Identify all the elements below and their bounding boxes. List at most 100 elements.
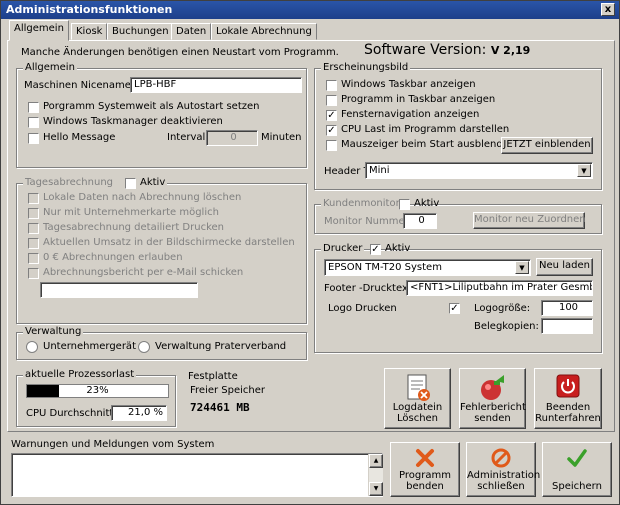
jetzt-einblenden-button[interactable]: JETZT einblenden — [501, 137, 593, 154]
footer-text-input[interactable]: <FNT1>Liliputbahn im Prater GesmbH, — [406, 280, 593, 296]
software-version-label: Software Version: V 2,19 — [364, 42, 531, 58]
tages-option-checkbox[interactable] — [28, 208, 39, 219]
email-input[interactable] — [40, 282, 198, 298]
festplatte-label: Festplatte — [188, 371, 238, 382]
unternehmer-radio[interactable] — [26, 341, 38, 353]
machine-name-input[interactable]: LPB-HBF — [130, 77, 302, 93]
quit-line1: Programm — [399, 470, 451, 481]
warnings-scrollbar[interactable]: ▲ ▼ — [368, 454, 383, 496]
tages-option-checkbox[interactable] — [28, 193, 39, 204]
tab-lokale-abrechnung[interactable]: Lokale Abrechnung — [211, 23, 317, 40]
logo-size-label: Logogröße: — [474, 303, 531, 314]
delete-logs-line1: Logdatein — [392, 402, 443, 413]
monitor-assign-button[interactable]: Monitor neu Zuordnen — [473, 212, 586, 229]
tages-option-label: Tagesabrechnung detailiert Drucken — [43, 222, 225, 233]
tages-option-label: Aktuellen Umsatz in der Bildschirmecke d… — [43, 237, 295, 248]
close-admin-button[interactable]: Administration schließen — [466, 442, 540, 497]
shutdown-line1: Beenden — [545, 402, 591, 413]
cpu-avg-label: CPU Durchschnitt: — [26, 408, 117, 419]
software-version-value: V 2,19 — [490, 44, 531, 57]
cpu-avg-value: 21,0 % — [111, 405, 167, 421]
header-type-select[interactable]: Mini ▼ — [365, 162, 593, 179]
checkmark-icon — [567, 449, 587, 467]
quit-line2: benden — [406, 481, 444, 492]
header-type-value: Mini — [369, 165, 390, 176]
tages-option-label: Abrechnungsbericht per e-Mail schicken — [43, 267, 244, 278]
tagesabrechnung-aktiv-label: Aktiv — [140, 177, 166, 188]
save-label: Speichern — [552, 481, 602, 492]
kundenmonitor-aktiv-checkbox[interactable] — [399, 199, 410, 210]
tages-option-label: Nur mit Unternehmerkarte möglich — [43, 207, 219, 218]
autostart-label: Porgramm Systemweit als Autostart setzen — [43, 101, 260, 112]
tages-option-checkbox[interactable] — [28, 238, 39, 249]
shutdown-button[interactable]: Beenden Runterfahren — [534, 368, 602, 429]
free-space-label: Freier Speicher — [190, 385, 266, 396]
scroll-up-icon[interactable]: ▲ — [369, 454, 383, 468]
drucker-label: Drucker — [321, 243, 365, 254]
error-report-line2: senden — [474, 413, 511, 424]
erscheinungsbild-label: Erscheinungsbild — [321, 62, 411, 73]
reload-printers-button[interactable]: Neu laden — [536, 258, 593, 276]
delete-logs-line2: Löschen — [396, 413, 439, 424]
tab-kiosk[interactable]: Kiosk — [71, 23, 108, 40]
warnings-textarea[interactable] — [11, 453, 383, 497]
cpu-group-label: aktuelle Prozessorlast — [23, 369, 137, 380]
scroll-down-icon[interactable]: ▼ — [369, 482, 383, 496]
restart-notice: Manche Änderungen benötigen einen Neusta… — [21, 47, 339, 58]
verwaltung-label: Verwaltung — [23, 326, 84, 337]
autostart-checkbox[interactable] — [28, 102, 39, 113]
appearance-checkbox[interactable] — [326, 80, 337, 91]
tab-buchungen[interactable]: Buchungen — [107, 23, 174, 40]
close-icon[interactable]: x — [601, 3, 615, 16]
appearance-label: Windows Taskbar anzeigen — [341, 79, 476, 90]
send-error-report-button[interactable]: Fehlerbericht senden — [459, 368, 526, 429]
save-button[interactable]: Speichern — [542, 442, 612, 497]
praterverband-radio[interactable] — [138, 341, 150, 353]
appearance-label: Fensternavigation anzeigen — [341, 109, 480, 120]
footer-text-label: Footer -Drucktext: — [324, 283, 416, 294]
appearance-label: CPU Last im Programm darstellen — [341, 124, 510, 135]
appearance-label: Programm in Taskbar anzeigen — [341, 94, 496, 105]
chevron-down-icon[interactable]: ▼ — [515, 261, 529, 274]
quit-program-button[interactable]: Programm benden — [390, 442, 460, 497]
interval-unit: Minuten — [261, 132, 302, 143]
close-admin-line1: Administration — [467, 470, 541, 481]
appearance-checkbox[interactable]: ✓ — [326, 125, 337, 136]
tages-option-checkbox[interactable] — [28, 253, 39, 264]
appearance-checkbox[interactable]: ✓ — [326, 110, 337, 121]
tagesabrechnung-aktiv-checkbox[interactable] — [125, 178, 136, 189]
monitor-number-input[interactable]: 0 — [403, 213, 437, 229]
interval-input[interactable]: 0 — [206, 130, 258, 146]
no-entry-icon — [491, 448, 511, 468]
delete-logs-button[interactable]: Logdatein Löschen — [384, 368, 451, 429]
error-report-line1: Fehlerbericht — [460, 402, 526, 413]
interval-label: Intervall: — [167, 132, 212, 143]
drucker-aktiv-checkbox[interactable]: ✓ — [370, 244, 381, 255]
admin-window: Administrationsfunktionen x Allgemein Ki… — [0, 0, 620, 505]
error-report-icon — [480, 375, 504, 400]
window-title: Administrationsfunktionen — [6, 3, 173, 16]
appearance-checkbox[interactable] — [326, 140, 337, 151]
copies-input[interactable] — [541, 318, 593, 334]
free-space-value: 724461 MB — [190, 401, 250, 414]
chevron-down-icon[interactable]: ▼ — [577, 164, 591, 177]
tages-option-checkbox[interactable] — [28, 268, 39, 279]
logo-size-input[interactable]: 100 — [541, 300, 593, 316]
tagesabrechnung-label: Tagesabrechnung — [25, 177, 114, 188]
kundenmonitor-aktiv-label: Aktiv — [414, 198, 440, 209]
taskmanager-checkbox[interactable] — [28, 117, 39, 128]
praterverband-label: Verwaltung Praterverband — [155, 341, 287, 352]
taskmanager-label: Windows Taskmanager deaktivieren — [43, 116, 223, 127]
hello-message-checkbox[interactable] — [28, 133, 39, 144]
printer-value: EPSON TM-T20 System — [328, 262, 442, 273]
kundenmonitor-label: Kundenmonitor — [323, 198, 400, 209]
appearance-checkbox[interactable] — [326, 95, 337, 106]
tages-option-checkbox[interactable] — [28, 223, 39, 234]
power-icon — [556, 374, 580, 398]
printer-select[interactable]: EPSON TM-T20 System ▼ — [324, 259, 531, 276]
logo-print-checkbox[interactable]: ✓ — [449, 303, 460, 314]
tab-allgemein[interactable]: Allgemein — [9, 20, 69, 41]
machine-name-label: Maschinen Nicename : — [24, 80, 138, 91]
title-bar: Administrationsfunktionen x — [1, 1, 619, 19]
tab-daten[interactable]: Daten — [171, 23, 212, 40]
